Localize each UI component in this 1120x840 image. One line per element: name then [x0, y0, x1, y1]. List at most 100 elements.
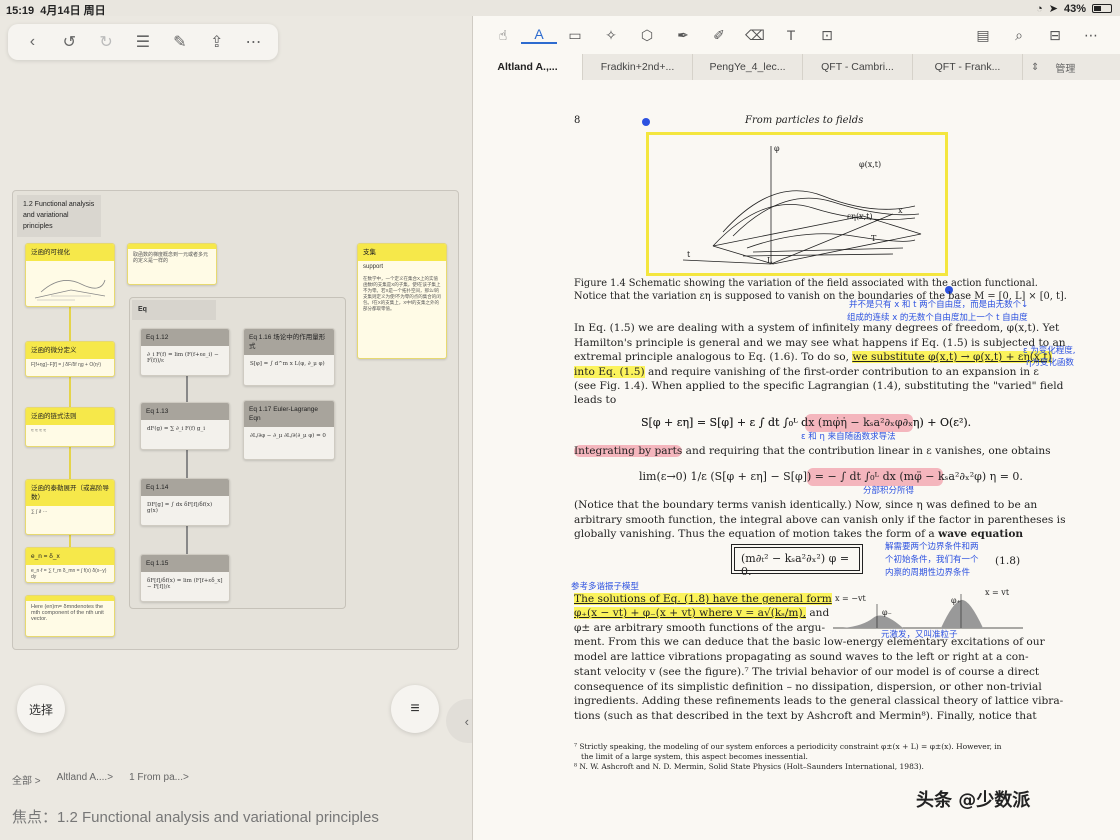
breadcrumb-item[interactable]: 全部 > [12, 772, 41, 787]
footnote: ⁷ Strictly speaking, the modeling of our… [574, 742, 1002, 751]
mindmap-canvas[interactable]: 1.2 Functional analysis and variational … [12, 190, 459, 650]
annotation[interactable]: 分部积分所得 [863, 486, 914, 497]
highlight: into Eq. (1.5) [574, 366, 645, 378]
node-body: 在数学中，一个定义在集合X上的实值函数f的支集是X的子集，使f在该子集上不为零。… [363, 276, 441, 311]
wave-label: φ₋ [882, 608, 892, 617]
edit-icon[interactable]: ✎ [167, 32, 193, 52]
more-icon[interactable]: ⋯ [1073, 27, 1109, 44]
textbox-icon[interactable]: T [773, 27, 809, 43]
share-icon[interactable]: ⇪ [204, 32, 230, 52]
node-body: Here (en)m= δmndenotes the mth component… [31, 604, 104, 622]
eq-group-label: Eq [132, 300, 216, 320]
eq-group[interactable]: Eq Eq 1.12 ∂_i F(f) = lim (F(f+εe_i) − F… [129, 297, 346, 609]
node-subtitle: support [363, 264, 384, 270]
node-eq-1-15[interactable]: Eq 1.15 δF[f]/δf(x) = lim (F[f+εδ_x] − F… [140, 554, 230, 602]
node-title: 支集 [358, 244, 446, 261]
back-icon[interactable]: ‹ [19, 33, 45, 51]
battery-text: 43% [1063, 2, 1086, 15]
more-icon[interactable]: ⋯ [240, 32, 266, 52]
node-functional-derivative[interactable]: 泛函的微分定义 F[f+ηg]−F[f] = ∫ δF/δf ηg + O(η²… [25, 341, 115, 377]
fig-label-phixt: φ(x,t) [859, 160, 882, 169]
manage-tabs-button[interactable]: 管理 [1047, 54, 1083, 80]
bookmark-icon[interactable]: ⊟ [1037, 27, 1073, 44]
node-gradient-note[interactable]: 取函数的梯度概念到一元或者多元的定义是一样的 [127, 243, 217, 285]
select-button[interactable]: 选择 [17, 685, 65, 733]
status-right: ◔ ➤ 43% [1036, 2, 1112, 15]
textselect-icon[interactable]: ⊡ [809, 27, 845, 44]
body-line: extremal principle analogous to Eq. (1.6… [574, 351, 1052, 363]
footnote: the limit of a large system, this aspect… [581, 752, 808, 761]
node-unit-vector-note[interactable]: Here (en)m= δmndenotes the mth component… [25, 595, 115, 637]
lasso-icon[interactable]: ✧ [593, 27, 629, 44]
annotation[interactable]: ε 为变化程度, [1023, 346, 1076, 357]
footnote: ⁸ N. W. Ashcroft and N. D. Mermin, Solid… [574, 762, 924, 771]
doc-tab[interactable]: Fradkin+2nd+... [583, 54, 693, 80]
doc-tab[interactable]: QFT - Frank... [913, 54, 1023, 80]
wave-label: φ₊ [951, 596, 961, 605]
wave-equation: (m∂ₜ² − kₛa²∂ₓ²) φ = 0. [734, 547, 860, 578]
node-eq-1-12[interactable]: Eq 1.12 ∂_i F(f) = lim (F(f+εe_i) − F(f)… [140, 328, 230, 376]
status-bar: 15:19 4月14日 周日 ◔ ➤ 43% [0, 0, 1120, 17]
node-title: Eq 1.17 Euler-Lagrange Eqn [244, 401, 334, 427]
body-line: arbitrary smooth function, the integral … [574, 514, 1066, 526]
layers-button[interactable]: ≡ [391, 685, 439, 733]
highlight: The solutions of Eq. (1.8) have the gene… [574, 593, 832, 605]
breadcrumb-item[interactable]: 1 From pa...> [129, 772, 189, 787]
root-node[interactable]: 1.2 Functional analysis and variational … [17, 195, 101, 237]
location-icon: ➤ [1048, 3, 1058, 15]
node-eq-1-17[interactable]: Eq 1.17 Euler-Lagrange Eqn ∂L/∂φ − ∂_μ ∂… [243, 400, 335, 460]
rect-select-icon[interactable]: ▭ [557, 27, 593, 44]
body-line: stant velocity v (see the figure).⁷ The … [574, 666, 1040, 678]
body-line: (see Fig. 1.4). When applied to the spec… [574, 380, 1064, 392]
doc-tab[interactable]: QFT - Cambri... [803, 54, 913, 80]
body-line: Hamilton's principle is general and we m… [574, 337, 1066, 349]
fig-label-t: t [687, 250, 691, 259]
node-title: 泛函的泰勒展开（或高阶导数） [26, 480, 114, 506]
doc-tab[interactable]: Altland A.,... [473, 54, 583, 80]
wave-label: x = vt [985, 588, 1010, 597]
node-functional-visualization[interactable]: 泛函的可视化 [25, 243, 115, 307]
equation-number: (1.8) [995, 555, 1021, 567]
search-icon[interactable]: ⌕ [1001, 27, 1037, 44]
eraser-icon[interactable]: ⌫ [737, 27, 773, 44]
undo-icon[interactable]: ↺ [56, 32, 82, 52]
node-eq-1-13[interactable]: Eq 1.13 dF(g) = ∑ ∂_i F(f) g_i [140, 402, 230, 450]
selection-handle-top[interactable] [642, 118, 650, 126]
pdf-page[interactable]: 8 From particles to fields φ φ(x,t) εη(x… [473, 80, 1120, 840]
body-line: φ± are arbitrary smooth functions of the… [574, 622, 826, 634]
node-body: ≈ ≈ ≈ ≈ [31, 428, 47, 434]
shape-icon[interactable]: ⬡ [629, 27, 665, 44]
body-line: model are lattice vibrations propagating… [574, 651, 1029, 663]
node-support[interactable]: 支集 support 在数学中，一个定义在集合X上的实值函数f的支集是X的子集，… [357, 243, 447, 359]
node-unit-vector[interactable]: e_n = δ_x e_n·f = ∑ f_m δ_mn = ∫ f(x) δ(… [25, 547, 115, 583]
node-body: ∂L/∂φ − ∂_μ ∂L/∂(∂_μ φ) = 0 [250, 433, 326, 439]
list-icon[interactable]: ☰ [130, 32, 156, 52]
node-eq-1-16[interactable]: Eq 1.16 场论中的作用量形式 S[φ] = ∫ d^m x L(φ, ∂_… [243, 328, 335, 386]
body-line: consequence of its simplistic definition… [574, 681, 1042, 693]
document-icon[interactable]: ▤ [965, 27, 1001, 44]
pen-icon[interactable]: ✒ [665, 27, 701, 44]
redo-icon[interactable]: ↻ [93, 32, 119, 52]
highlighter-icon[interactable]: ✐ [701, 27, 737, 44]
node-eq-1-14[interactable]: Eq 1.14 DF[g] = ∫ dx δF[f]/δf(x) g(x) [140, 478, 230, 526]
annotation[interactable]: 内禀的周期性边界条件 [885, 568, 970, 579]
text-highlight-icon[interactable]: A [521, 26, 557, 44]
node-body: S[φ] = ∫ d^m x L(φ, ∂_μ φ) [250, 361, 325, 367]
annotation[interactable]: 解需要两个边界条件和两 [885, 542, 979, 553]
battery-icon [1092, 4, 1112, 13]
hand-tool-icon[interactable]: ☝ [485, 27, 521, 44]
annotation[interactable]: ε 和 η 来自随函数求导法 [801, 432, 896, 443]
stack-icon: ≡ [410, 700, 420, 717]
node-chain-rule[interactable]: 泛函的链式法则 ≈ ≈ ≈ ≈ [25, 407, 115, 447]
annotation[interactable]: 并不是只有 x 和 t 两个自由度，而是由无数个↓ [849, 300, 1028, 311]
sort-icon[interactable]: ⇕ [1023, 54, 1047, 80]
highlight: φ₊(x − vt) + φ₋(x + vt) where v = a√(kₛ/… [574, 607, 806, 619]
equation-box: (m∂ₜ² − kₛa²∂ₓ²) φ = 0. [731, 544, 863, 578]
body-line: into Eq. (1.5) and require vanishing of … [574, 366, 1039, 378]
breadcrumb-item[interactable]: Altland A....> [57, 772, 113, 787]
node-title: 泛函的微分定义 [26, 342, 114, 359]
doc-tab[interactable]: PengYe_4_lec... [693, 54, 803, 80]
annotation[interactable]: 个初始条件，我们有一个 [885, 555, 979, 566]
body-line: ingredients. Adding these refinements le… [574, 695, 1064, 707]
node-taylor-expansion[interactable]: 泛函的泰勒展开（或高阶导数） ∑ ∫ ∂ ··· [25, 479, 115, 535]
